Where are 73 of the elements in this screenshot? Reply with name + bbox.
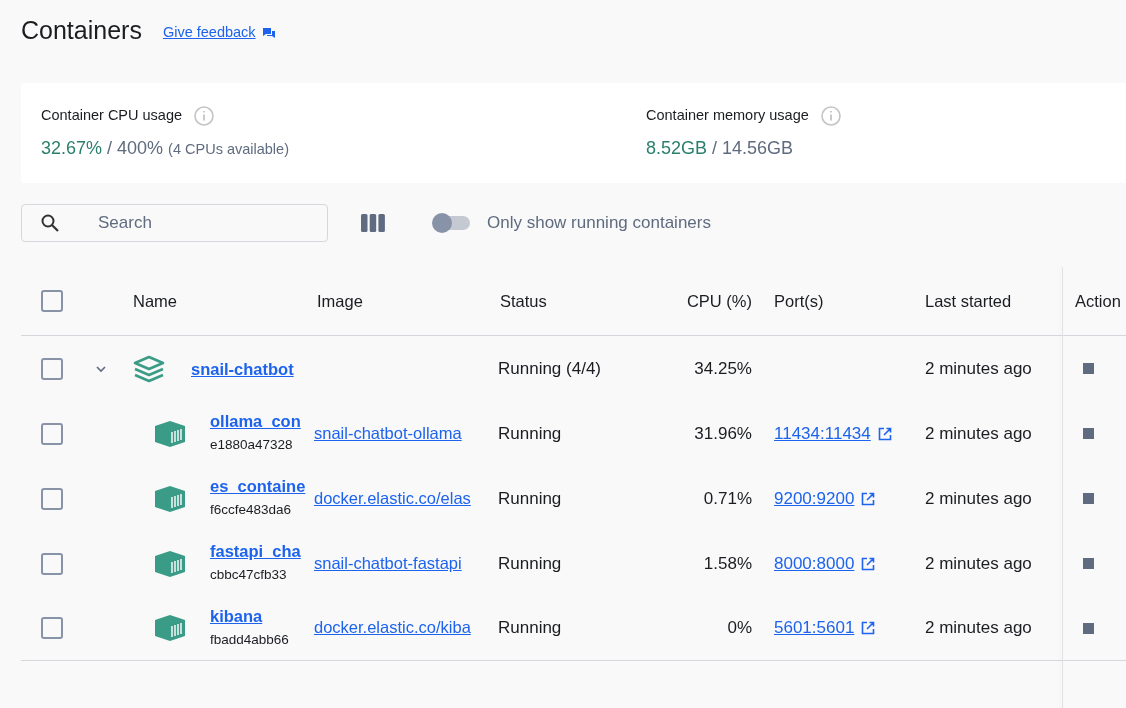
status-text: Running bbox=[498, 553, 562, 573]
cpu-text: 0% bbox=[727, 617, 752, 640]
port-link[interactable]: 8000:8000 bbox=[774, 550, 855, 577]
checkbox[interactable] bbox=[41, 422, 63, 445]
checkbox[interactable] bbox=[41, 290, 63, 312]
column-header[interactable]: Name bbox=[133, 291, 177, 310]
external-link-icon bbox=[861, 556, 876, 571]
columns-icon[interactable] bbox=[360, 213, 386, 233]
stop-icon[interactable] bbox=[1083, 622, 1094, 634]
column-header[interactable]: Status bbox=[500, 291, 547, 310]
checkbox[interactable] bbox=[41, 617, 63, 639]
container-name-link[interactable]: fastapi_cha bbox=[210, 541, 301, 562]
page-title: Containers bbox=[21, 15, 142, 47]
last-started-text: 2 minutes ago bbox=[925, 488, 1032, 508]
image-link[interactable]: docker.elastic.co/elas bbox=[314, 488, 471, 507]
chevron-icon[interactable] bbox=[95, 364, 107, 373]
column-header[interactable]: Port(s) bbox=[774, 291, 824, 310]
cpu-text: 31.96% bbox=[694, 422, 752, 445]
port-link[interactable]: 9200:9200 bbox=[774, 485, 855, 512]
container-name-link[interactable]: es_containe bbox=[210, 476, 306, 497]
container-icon bbox=[154, 549, 186, 578]
stat-used: 8.52GB bbox=[646, 136, 708, 160]
last-started-text: 2 minutes ago bbox=[925, 553, 1032, 573]
external-link-icon bbox=[877, 426, 892, 441]
column-header[interactable]: Last started bbox=[925, 291, 1012, 310]
stat-used: 32.67% bbox=[41, 136, 103, 160]
status-text: Running bbox=[498, 618, 562, 638]
last-started-text: 2 minutes ago bbox=[925, 423, 1032, 443]
status-text: Running bbox=[498, 423, 562, 443]
stat-total: / 400% bbox=[107, 136, 164, 160]
checkbox[interactable] bbox=[41, 487, 63, 510]
external-link-icon bbox=[861, 621, 876, 635]
stack-icon bbox=[133, 354, 165, 383]
container-name-link[interactable]: ollama_con bbox=[210, 411, 301, 432]
stat-total: / 14.56GB bbox=[712, 136, 794, 160]
container-icon bbox=[154, 614, 186, 642]
feedback-link[interactable]: Give feedback bbox=[162, 22, 256, 44]
status-text: Running (4/4) bbox=[498, 358, 601, 378]
cpu-text: 0.71% bbox=[703, 487, 752, 510]
search-icon bbox=[40, 213, 60, 233]
search-field[interactable]: Search bbox=[21, 204, 328, 242]
cpu-text: 34.25% bbox=[694, 357, 752, 380]
stat-label: Container memory usage bbox=[646, 106, 809, 125]
container-id: fbadd4abb66 bbox=[210, 630, 289, 649]
checkbox[interactable] bbox=[41, 357, 63, 380]
port-link[interactable]: 5601:5601 bbox=[774, 615, 855, 641]
toggle-switch[interactable] bbox=[432, 212, 472, 234]
cpu-text: 1.58% bbox=[703, 552, 752, 575]
info-icon bbox=[194, 105, 215, 126]
image-link[interactable]: snail-chatbot-fastapi bbox=[314, 553, 462, 572]
checkbox[interactable] bbox=[41, 552, 63, 575]
column-header[interactable]: Action bbox=[1075, 291, 1121, 310]
status-text: Running bbox=[498, 488, 562, 508]
container-icon bbox=[154, 484, 186, 513]
stat-note: (4 CPUs available) bbox=[168, 139, 289, 159]
container-name-link[interactable]: kibana bbox=[210, 605, 289, 626]
image-link[interactable]: snail-chatbot-ollama bbox=[314, 423, 462, 442]
port-link[interactable]: 11434:11434 bbox=[774, 420, 871, 447]
toggle-label: Only show running containers bbox=[487, 212, 711, 235]
container-icon bbox=[154, 419, 186, 448]
column-header[interactable]: Image bbox=[317, 291, 363, 310]
last-started-text: 2 minutes ago bbox=[925, 618, 1032, 638]
stat-label: Container CPU usage bbox=[41, 106, 183, 125]
info-icon bbox=[820, 105, 841, 126]
container-name-link[interactable]: snail-chatbot bbox=[191, 358, 294, 379]
container-id: f6ccfe483da6 bbox=[210, 501, 293, 520]
external-link-icon bbox=[861, 491, 876, 506]
image-link[interactable]: docker.elastic.co/kiba bbox=[314, 618, 471, 637]
container-id: e1880a47328 bbox=[210, 436, 294, 455]
container-id: cbbc47cfb33 bbox=[210, 566, 288, 585]
column-header[interactable]: CPU (%) bbox=[686, 288, 752, 314]
last-started-text: 2 minutes ago bbox=[925, 358, 1032, 378]
chat-icon bbox=[261, 27, 276, 39]
